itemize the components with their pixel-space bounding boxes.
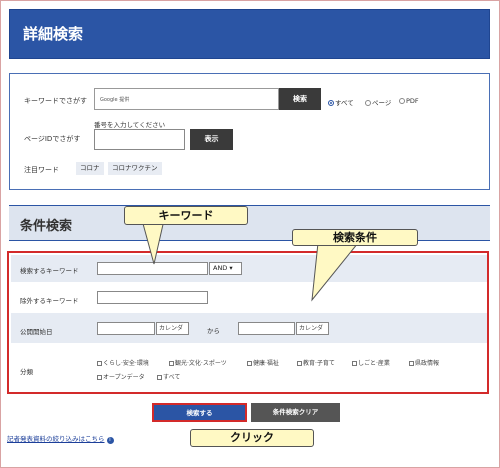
radio-pdf[interactable]: PDF xyxy=(399,97,419,105)
include-keyword-input[interactable] xyxy=(97,262,208,275)
keyword-search-label: キーワードでさがす xyxy=(24,97,87,105)
date-to-input[interactable] xyxy=(238,322,295,335)
search-button[interactable]: 検索する xyxy=(152,403,247,422)
keyword-row-label: 検索するキーワード xyxy=(20,267,79,275)
category-checkbox[interactable]: 観光·文化·スポーツ xyxy=(169,358,227,367)
keyword-row: 検索するキーワード AND ▾ xyxy=(11,255,487,282)
click-callout: クリック xyxy=(190,429,314,447)
press-release-filter-link[interactable]: 記者発表資料の絞り込みはこちら i xyxy=(7,433,114,444)
press-release-filter-link-label: 記者発表資料の絞り込みはこちら xyxy=(7,435,105,443)
radio-all[interactable]: すべて xyxy=(328,97,354,107)
category-checkbox[interactable]: くらし·安全·環境 xyxy=(97,358,149,367)
category-checkbox[interactable]: すべて xyxy=(157,372,180,381)
date-row: 公開開始日 カレンダ から カレンダ xyxy=(11,313,487,343)
checkbox-icon xyxy=(97,360,102,366)
category-row: 分類 くらし·安全·環境 観光·文化·スポーツ 健康·福祉 教育·子育て しごと… xyxy=(11,346,487,392)
page-header: 詳細検索 xyxy=(9,9,490,59)
radio-label: すべて xyxy=(335,99,354,107)
radio-page[interactable]: ページ xyxy=(365,97,391,107)
category-checkbox-label: 観光·文化·スポーツ xyxy=(175,360,227,367)
category-checkbox-label: 教育·子育て xyxy=(303,360,335,367)
info-icon: i xyxy=(106,437,114,444)
date-row-label: 公開開始日 xyxy=(20,328,53,336)
conditions-callout: 検索条件 xyxy=(292,229,418,246)
category-checkbox-label: 健康·福祉 xyxy=(253,360,279,367)
checkbox-icon xyxy=(247,360,252,366)
condition-search-panel: 検索するキーワード AND ▾ 除外するキーワード 公開開始日 カレンダ から … xyxy=(7,251,489,394)
keyword-search-input[interactable]: Google 提供 xyxy=(94,88,279,110)
category-row-label: 分類 xyxy=(20,368,33,376)
date-from-text: から xyxy=(207,327,220,335)
attention-words-label: 注目ワード xyxy=(24,166,59,174)
tag-corona-vaccine[interactable]: コロナワクチン xyxy=(108,162,162,175)
checkbox-icon xyxy=(297,360,302,366)
clear-conditions-button[interactable]: 条件検索クリア xyxy=(251,403,340,422)
category-checkbox-label: すべて xyxy=(163,374,181,381)
keyword-search-button[interactable]: 検索 xyxy=(279,88,321,110)
category-checkbox[interactable]: 県政情報 xyxy=(409,358,439,367)
keyword-callout: キーワード xyxy=(124,206,248,225)
category-checkbox[interactable]: しごと·産業 xyxy=(352,358,390,367)
page-title: 詳細検索 xyxy=(23,25,84,43)
page-id-label: ページIDでさがす xyxy=(24,135,81,143)
category-checkbox[interactable]: 健康·福祉 xyxy=(247,358,279,367)
category-checkbox-label: くらし·安全·環境 xyxy=(103,360,149,367)
category-checkbox-label: しごと·産業 xyxy=(358,360,390,367)
operator-select[interactable]: AND ▾ xyxy=(209,262,242,275)
exclude-keyword-input[interactable] xyxy=(97,291,208,304)
radio-label: PDF xyxy=(406,97,419,105)
date-to-calendar-button[interactable]: カレンダ xyxy=(296,322,329,335)
tag-corona[interactable]: コロナ xyxy=(76,162,104,175)
radio-label: ページ xyxy=(372,99,392,107)
page-id-display-button[interactable]: 表示 xyxy=(190,129,233,150)
condition-search-title: 条件検索 xyxy=(20,219,73,234)
keyword-search-panel: キーワードでさがす Google 提供 検索 すべて ページ PDF ページID… xyxy=(9,73,490,190)
date-from-input[interactable] xyxy=(97,322,155,335)
category-checkbox[interactable]: オープンデータ xyxy=(97,372,145,381)
page-id-hint: 番号を入力してください xyxy=(94,121,166,129)
checkbox-icon xyxy=(157,374,162,380)
exclude-row: 除外するキーワード xyxy=(11,285,487,310)
checkbox-icon xyxy=(97,374,102,380)
exclude-row-label: 除外するキーワード xyxy=(20,297,79,305)
category-checkbox[interactable]: 教育·子育て xyxy=(297,358,335,367)
checkbox-icon xyxy=(352,360,357,366)
checkbox-icon xyxy=(169,360,174,366)
page-id-input[interactable] xyxy=(94,129,185,150)
date-from-calendar-button[interactable]: カレンダ xyxy=(156,322,189,335)
radio-dot xyxy=(328,100,334,106)
checkbox-icon xyxy=(409,360,414,366)
category-checkbox-label: オープンデータ xyxy=(103,374,145,381)
keyword-search-input-value: Google 提供 xyxy=(100,97,130,103)
category-checkbox-label: 県政情報 xyxy=(415,360,440,367)
radio-dot xyxy=(399,98,405,104)
radio-dot xyxy=(365,100,371,106)
